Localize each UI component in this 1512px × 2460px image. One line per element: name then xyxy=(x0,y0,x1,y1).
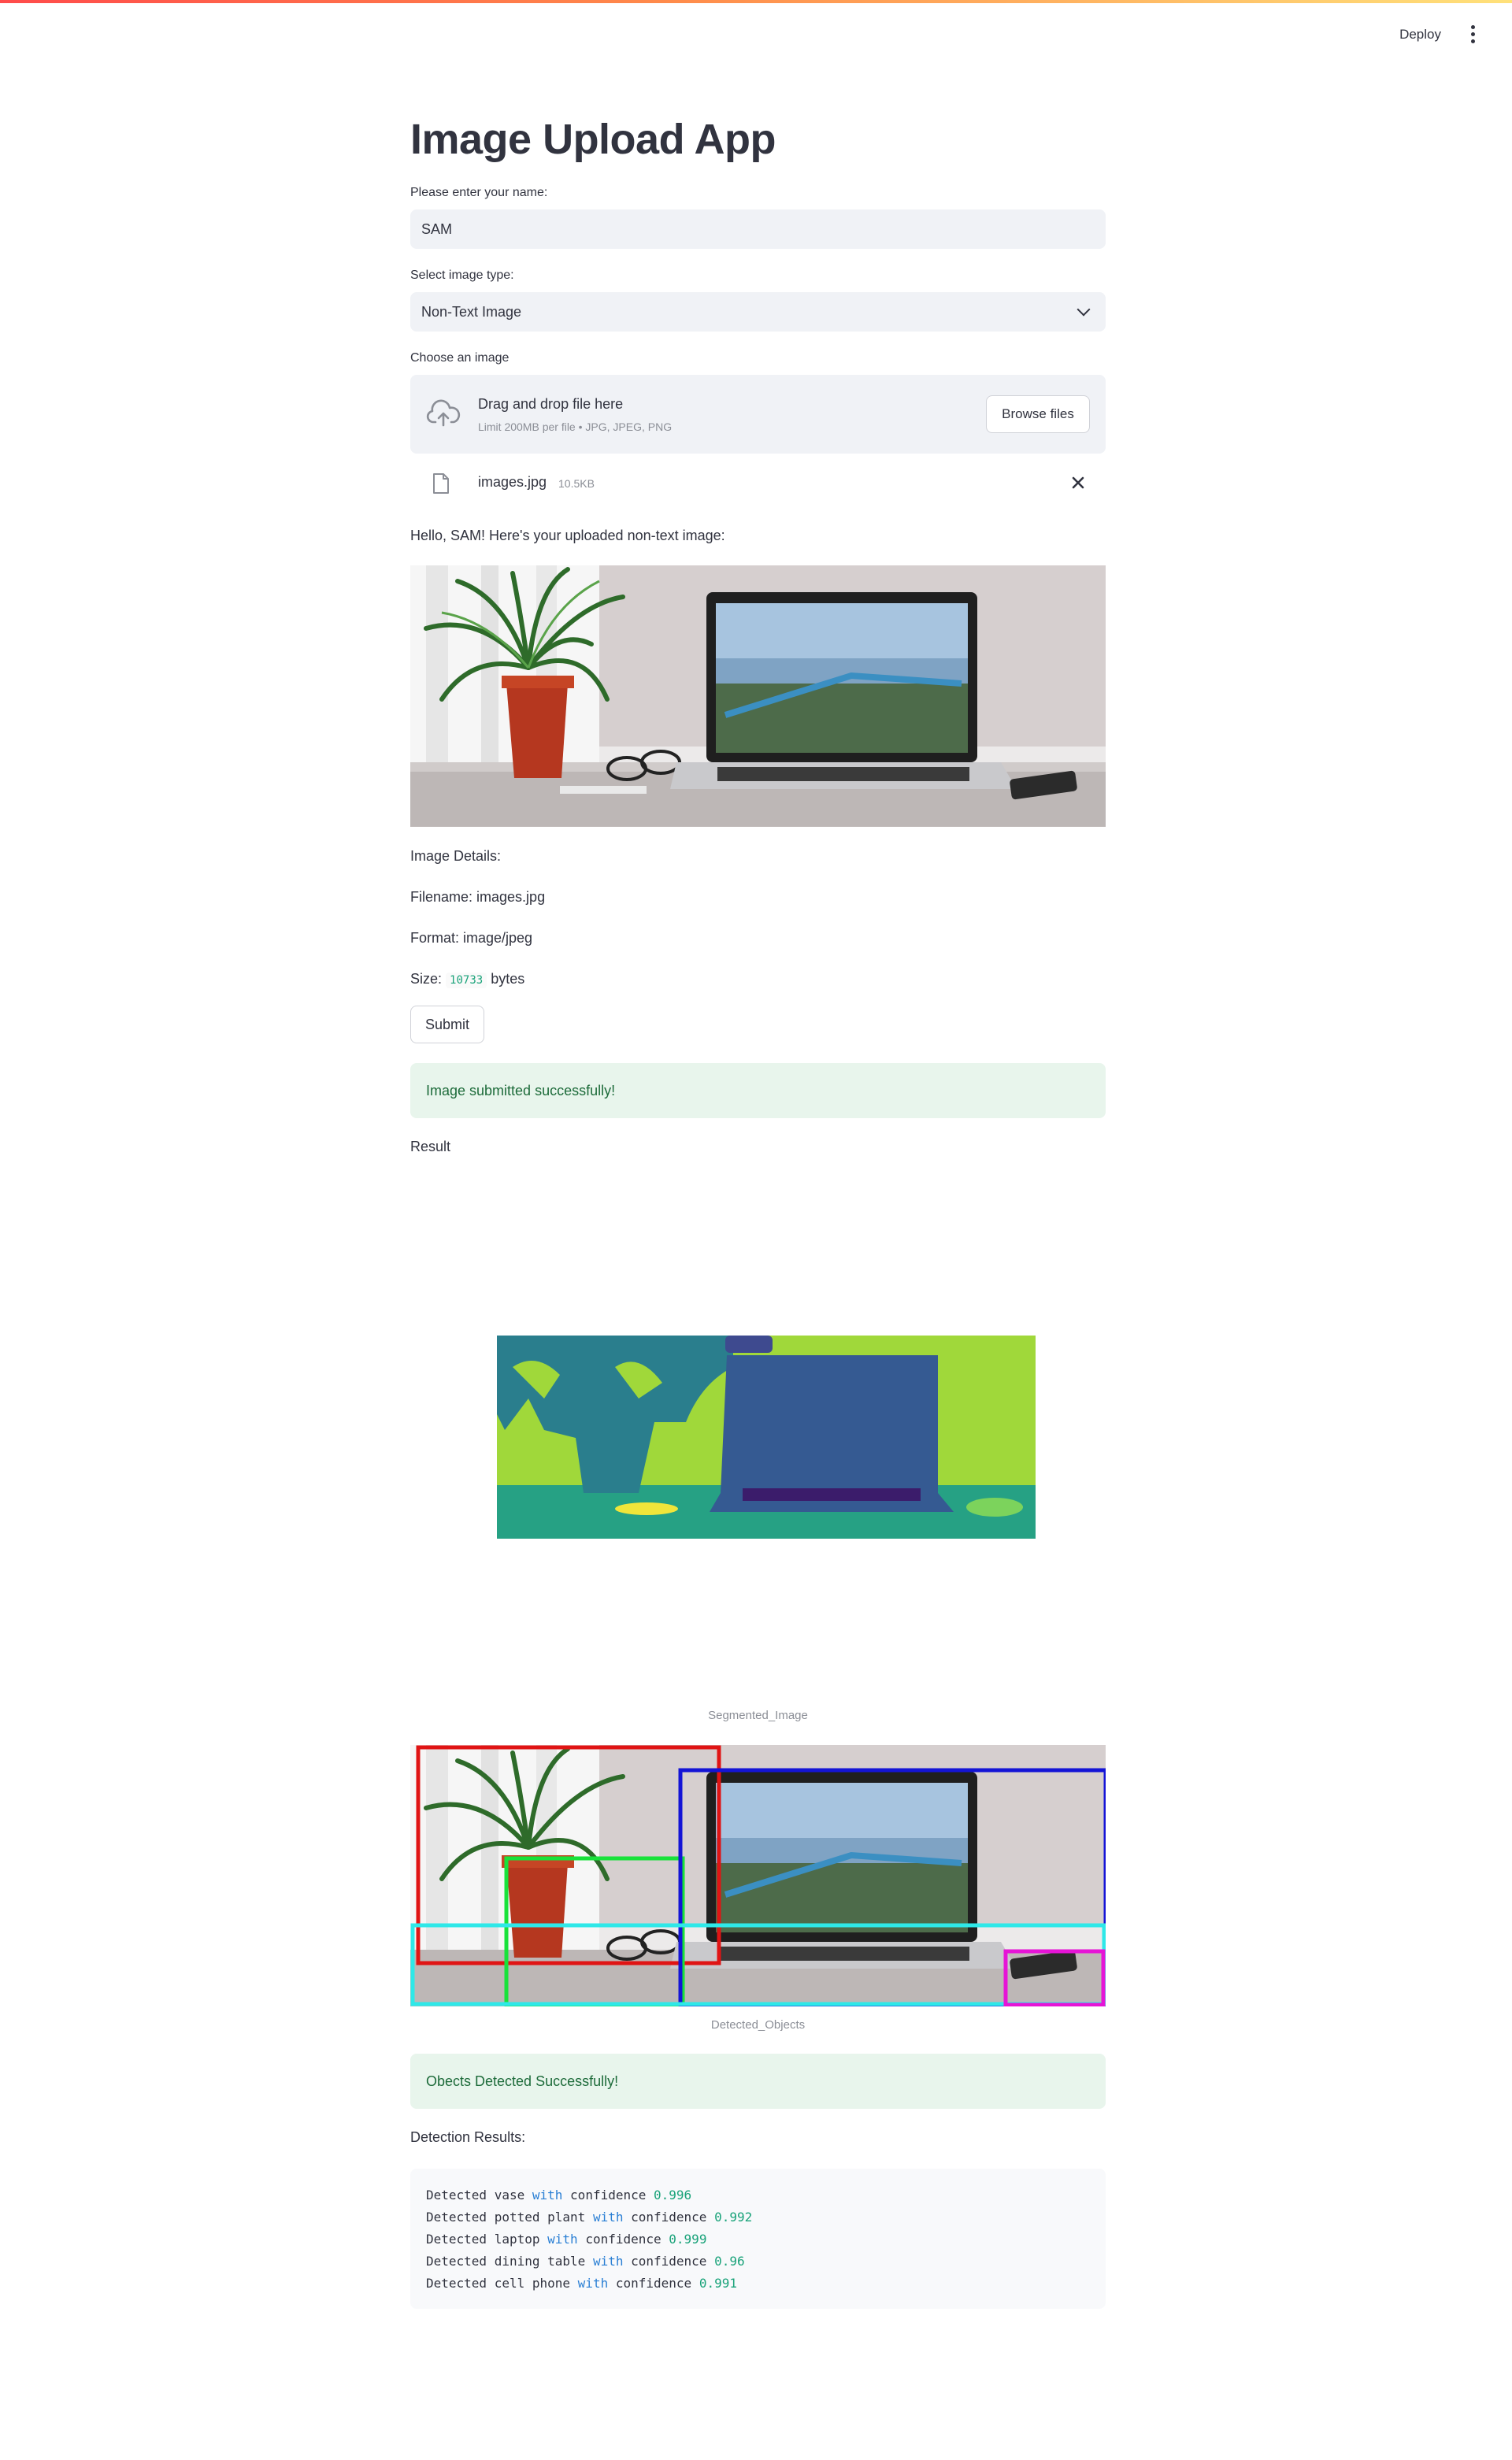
format-text: Format: image/jpeg xyxy=(410,930,533,946)
chevron-down-icon xyxy=(1077,302,1091,317)
segmented-image-caption: Segmented_Image xyxy=(708,1709,808,1722)
image-type-value: Non-Text Image xyxy=(421,303,522,320)
image-type-label: Select image type: xyxy=(410,269,514,282)
file-dropzone[interactable]: Drag and drop file here Limit 200MB per … xyxy=(410,375,1106,454)
uploaded-file-size: 10.5KB xyxy=(558,477,595,490)
result-label: Result xyxy=(410,1139,451,1154)
image-type-select[interactable]: Non-Text Image xyxy=(410,292,1106,332)
upload-label: Choose an image xyxy=(410,351,510,365)
detection-line: Detected laptop with confidence 0.999 xyxy=(426,2232,707,2247)
name-input[interactable] xyxy=(410,209,1106,249)
submit-success-text: Image submitted successfully! xyxy=(426,1082,616,1098)
cloud-upload-icon xyxy=(426,399,461,427)
browse-files-button[interactable]: Browse files xyxy=(986,395,1090,433)
uploaded-file-row: images.jpg 10.5KB xyxy=(410,463,1106,504)
file-icon xyxy=(433,473,449,494)
detection-success-alert: Obects Detected Successfully! xyxy=(410,2054,1106,2109)
size-row: Size: 10733 bytes xyxy=(410,971,525,988)
detection-line: Detected cell phone with confidence 0.99… xyxy=(426,2276,737,2291)
detection-line: Detected vase with confidence 0.996 xyxy=(426,2188,692,2203)
close-icon[interactable] xyxy=(1066,471,1090,495)
app-header: Deploy xyxy=(0,0,1512,71)
page-title: Image Upload App xyxy=(410,116,776,163)
detected-objects-caption: Detected_Objects xyxy=(710,2018,806,2032)
greeting-text: Hello, SAM! Here's your uploaded non-tex… xyxy=(410,528,725,543)
uploaded-file-name: images.jpg xyxy=(478,474,547,490)
detection-line: Detected dining table with confidence 0.… xyxy=(426,2254,745,2269)
name-label: Please enter your name: xyxy=(410,186,548,199)
uploaded-image xyxy=(410,565,1106,827)
size-value: 10733 xyxy=(446,973,487,988)
image-details-heading: Image Details: xyxy=(410,848,502,864)
filename-text: Filename: images.jpg xyxy=(410,889,546,905)
dropzone-limits: Limit 200MB per file • JPG, JPEG, PNG xyxy=(478,420,673,433)
segmented-image xyxy=(497,1336,1036,1539)
detection-line: Detected potted plant with confidence 0.… xyxy=(426,2210,753,2225)
detection-results-heading: Detection Results: xyxy=(410,2129,526,2145)
submit-button[interactable]: Submit xyxy=(410,1006,484,1043)
deploy-button[interactable]: Deploy xyxy=(1392,22,1449,47)
size-suffix: bytes xyxy=(491,971,525,987)
detection-results-code: Detected vase with confidence 0.996 Detec… xyxy=(410,2169,1106,2309)
size-prefix: Size: xyxy=(410,971,443,987)
detected-objects-image xyxy=(410,1745,1106,2006)
kebab-menu-icon[interactable] xyxy=(1463,24,1482,44)
submit-success-alert: Image submitted successfully! xyxy=(410,1063,1106,1118)
dropzone-title: Drag and drop file here xyxy=(478,396,624,412)
detection-success-text: Obects Detected Successfully! xyxy=(426,2073,619,2089)
